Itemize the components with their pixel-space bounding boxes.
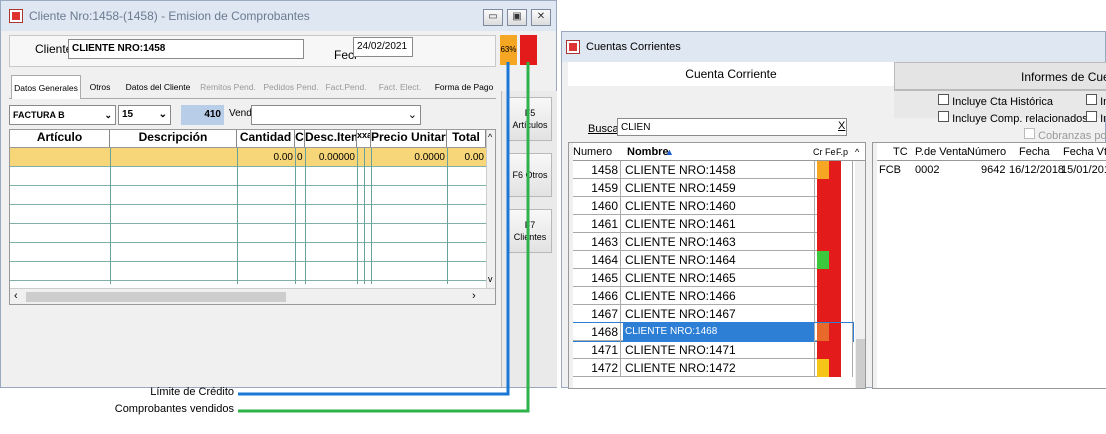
callout-line-limite bbox=[238, 62, 510, 396]
callout-line-comprobantes bbox=[238, 62, 530, 413]
callout-lines bbox=[238, 62, 530, 413]
